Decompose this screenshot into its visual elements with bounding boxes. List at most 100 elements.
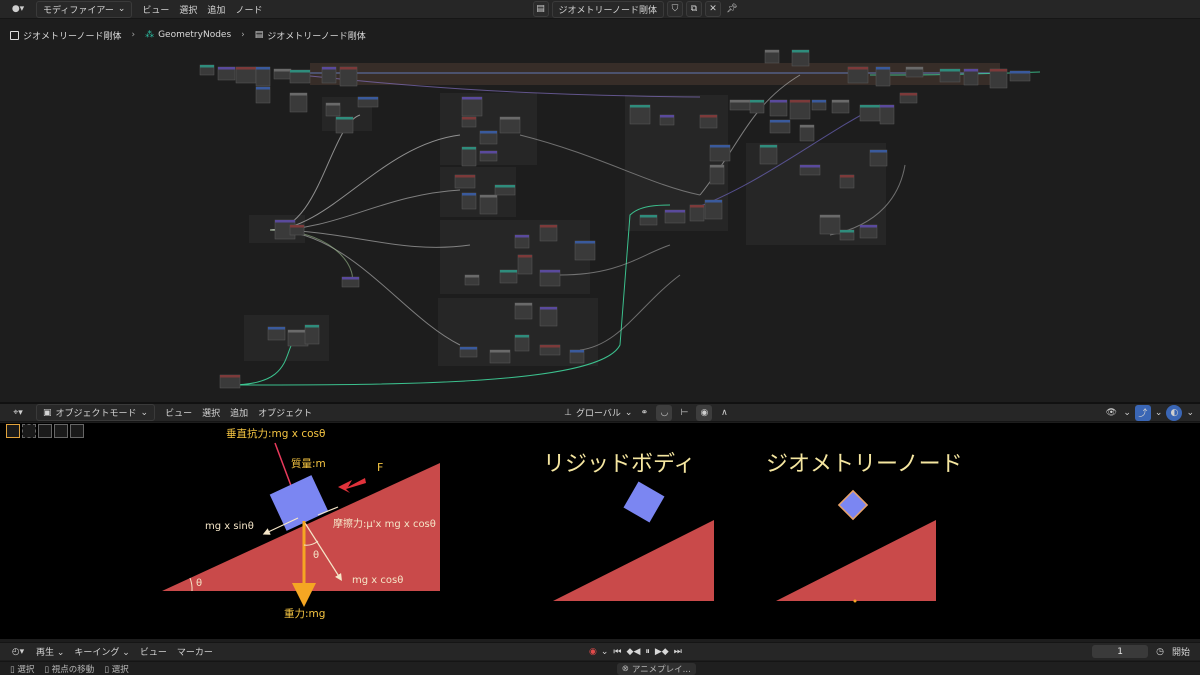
select-tool-icon[interactable] bbox=[6, 424, 20, 438]
jump-start-icon[interactable]: ⏮ bbox=[613, 647, 621, 657]
cancel-icon[interactable]: ⊗ bbox=[622, 664, 629, 674]
auto-keying-record-icon[interactable]: ◉ bbox=[585, 644, 601, 660]
pause-icon[interactable]: ⏸ bbox=[645, 647, 650, 657]
start-frame-label: 開始 bbox=[1171, 648, 1190, 658]
jump-keyframe-forward-icon[interactable]: ▶◆ bbox=[655, 647, 669, 657]
node-header bbox=[964, 69, 978, 72]
fake-user-shield-icon[interactable]: ⛉ bbox=[667, 1, 683, 17]
select-intersect-icon[interactable] bbox=[70, 424, 84, 438]
node-header bbox=[336, 117, 353, 120]
node-header bbox=[876, 67, 890, 70]
playback-menu[interactable]: 再生 ⌄ bbox=[36, 645, 64, 658]
rigid-body-slope bbox=[553, 520, 714, 601]
geometry-nodes-icon: ⁂ bbox=[145, 30, 155, 40]
node[interactable] bbox=[759, 144, 778, 165]
node-header bbox=[760, 145, 777, 148]
node[interactable] bbox=[709, 164, 725, 185]
node-tree-name-field[interactable]: ジオメトリーノード剛体 bbox=[551, 0, 664, 18]
menu-marker[interactable]: マーカー bbox=[177, 645, 213, 658]
pivot-icon[interactable]: ⚭ bbox=[636, 405, 652, 421]
node[interactable] bbox=[574, 240, 596, 261]
node[interactable] bbox=[517, 254, 533, 275]
node-header bbox=[460, 347, 477, 350]
node[interactable] bbox=[289, 92, 308, 113]
node-header bbox=[220, 375, 240, 378]
pin-icon[interactable]: 📌︎ bbox=[724, 1, 740, 17]
node-header bbox=[495, 185, 515, 188]
menu-view[interactable]: ビュー bbox=[165, 406, 192, 419]
node-header bbox=[800, 125, 814, 128]
snap-target-icon[interactable]: ⊢ bbox=[676, 405, 692, 421]
menu-view[interactable]: ビュー bbox=[140, 645, 167, 658]
current-frame-field[interactable]: 1 bbox=[1092, 645, 1149, 658]
menu-add[interactable]: 追加 bbox=[230, 406, 248, 419]
frame-controls: 1 ◷ 開始 bbox=[1092, 645, 1190, 658]
3d-viewport[interactable]: 垂直抗力:mg x cosθ 質量:m F mg x sinθ 摩擦力:μ'x … bbox=[0, 423, 1200, 639]
node-graph-canvas[interactable] bbox=[0, 45, 1200, 400]
gizmo-icon[interactable]: ⤴ bbox=[1134, 404, 1151, 421]
status-pan-label: 視点の移動 bbox=[51, 664, 95, 675]
breadcrumb-object: ジオメトリーノード剛体 bbox=[10, 29, 121, 42]
visibility-icon[interactable]: 👁︎ bbox=[1103, 405, 1119, 421]
breadcrumb-node-tree: ▤ ジオメトリーノード剛体 bbox=[255, 29, 366, 42]
node-header bbox=[690, 205, 704, 208]
menu-select[interactable]: 選択 bbox=[202, 406, 220, 419]
menu-add[interactable]: 追加 bbox=[207, 3, 225, 16]
object-mode-dropdown[interactable]: ▣ オブジェクトモード ⌄ bbox=[36, 404, 156, 421]
node[interactable] bbox=[875, 66, 891, 87]
node-frames bbox=[244, 93, 886, 366]
close-icon[interactable]: ✕ bbox=[705, 1, 721, 17]
editor-type-icon[interactable]: ⌖▾ bbox=[10, 405, 26, 421]
node[interactable] bbox=[704, 199, 723, 220]
notification[interactable]: ⊗ アニメプレイ... bbox=[616, 662, 696, 675]
node[interactable] bbox=[461, 96, 483, 117]
falloff-icon[interactable]: ∧ bbox=[716, 405, 732, 421]
node-header bbox=[765, 50, 779, 53]
clock-icon: ◷ bbox=[1156, 646, 1164, 657]
editor-mode-dropdown[interactable]: モディファイアー ⌄ bbox=[36, 0, 133, 18]
node-tree-type-icon[interactable]: ▤ bbox=[532, 1, 549, 17]
node-header bbox=[940, 69, 960, 72]
node[interactable] bbox=[339, 66, 358, 87]
select-extend-icon[interactable] bbox=[38, 424, 52, 438]
node[interactable] bbox=[789, 99, 811, 120]
node-header bbox=[750, 100, 764, 103]
node[interactable] bbox=[989, 68, 1008, 89]
overlays-icon[interactable]: ◐ bbox=[1166, 404, 1183, 421]
proportional-edit-icon[interactable]: ◉ bbox=[696, 404, 713, 421]
select-box-icon[interactable] bbox=[22, 424, 36, 438]
node[interactable] bbox=[629, 104, 651, 125]
node-header bbox=[518, 255, 532, 258]
node[interactable] bbox=[255, 66, 271, 87]
node-frame bbox=[310, 63, 1000, 85]
node-header bbox=[840, 230, 854, 233]
node-header bbox=[800, 165, 820, 168]
node-header bbox=[200, 65, 214, 68]
transform-orientation-dropdown[interactable]: グローバル bbox=[576, 406, 621, 419]
chevron-down-icon: ⌄ bbox=[624, 407, 633, 418]
menu-object[interactable]: オブジェクト bbox=[258, 406, 312, 419]
menu-node[interactable]: ノード bbox=[235, 3, 262, 16]
jump-end-icon[interactable]: ⏭ bbox=[674, 647, 682, 657]
select-subtract-icon[interactable] bbox=[54, 424, 68, 438]
node[interactable] bbox=[879, 104, 895, 125]
jump-keyframe-back-icon[interactable]: ◆◀ bbox=[627, 647, 641, 657]
node-header bbox=[218, 67, 235, 70]
duplicate-icon[interactable]: ⧉ bbox=[686, 1, 702, 17]
theta-base-label: θ bbox=[196, 578, 202, 589]
notification-label: アニメプレイ... bbox=[631, 664, 691, 675]
keying-menu[interactable]: キーイング ⌄ bbox=[74, 645, 129, 658]
node[interactable] bbox=[461, 146, 477, 167]
editor-type-icon[interactable]: ●▾ bbox=[10, 1, 26, 17]
node[interactable] bbox=[479, 194, 498, 215]
node-header bbox=[1010, 71, 1030, 74]
menu-select[interactable]: 選択 bbox=[179, 3, 197, 16]
node-header bbox=[326, 103, 340, 106]
menu-view[interactable]: ビュー bbox=[142, 3, 169, 16]
node[interactable] bbox=[819, 214, 841, 235]
editor-type-icon[interactable]: ◴▾ bbox=[10, 644, 26, 660]
snap-icon[interactable]: ◡ bbox=[656, 404, 673, 421]
node[interactable] bbox=[539, 306, 558, 327]
node-header bbox=[462, 147, 476, 150]
node[interactable] bbox=[304, 324, 320, 345]
